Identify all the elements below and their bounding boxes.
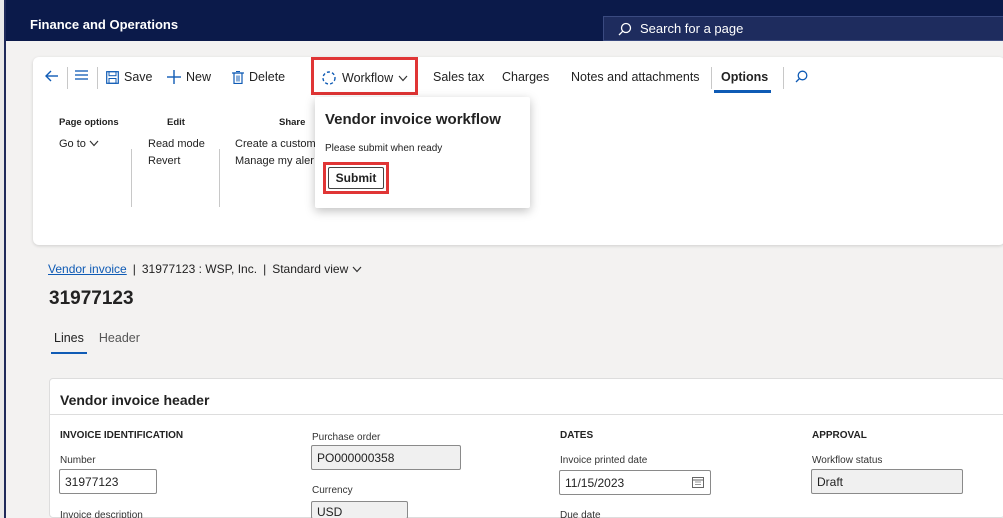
new-button[interactable]: New: [167, 70, 211, 84]
workflow-flyout: Vendor invoice workflow Please submit wh…: [315, 97, 530, 208]
flyout-title: Vendor invoice workflow: [325, 111, 501, 128]
save-button[interactable]: Save: [106, 70, 153, 84]
breadcrumb-vendor-invoice-link[interactable]: Vendor invoice: [48, 262, 127, 276]
tab-header[interactable]: Header: [99, 331, 140, 345]
chevron-down-icon: [352, 266, 362, 273]
charges-button[interactable]: Charges: [502, 70, 549, 84]
ribbon-group-page-options: Page options Go to: [59, 117, 119, 155]
toolbar-search-button[interactable]: [795, 70, 808, 83]
submit-button[interactable]: Submit: [328, 167, 384, 189]
save-icon: [106, 70, 119, 84]
ribbon-divider: [131, 149, 132, 207]
chevron-down-icon: [89, 140, 99, 147]
app-title[interactable]: Finance and Operations: [30, 17, 178, 32]
workflow-highlight-box: [311, 57, 418, 95]
number-label: Number: [60, 455, 96, 466]
tab-lines[interactable]: Lines: [51, 331, 87, 354]
search-icon: [795, 70, 808, 83]
breadcrumb-separator: |: [263, 262, 267, 276]
currency-label: Currency: [312, 485, 353, 496]
new-label: New: [186, 70, 212, 84]
approval-title: APPROVAL: [812, 430, 867, 441]
delete-label: Delete: [249, 70, 286, 84]
go-to-label: Go to: [59, 138, 86, 150]
search-icon: [618, 22, 632, 36]
workflow-status-field[interactable]: Draft: [811, 469, 963, 494]
tab-options[interactable]: Options: [721, 70, 768, 84]
number-field[interactable]: 31977123: [59, 469, 157, 494]
invoice-printed-date-label: Invoice printed date: [560, 455, 648, 466]
sales-tax-button[interactable]: Sales tax: [433, 70, 484, 84]
top-bar: Finance and Operations Search for a page: [6, 0, 1003, 41]
view-selector[interactable]: Standard view: [272, 262, 362, 276]
page-title: 31977123: [49, 288, 134, 309]
breadcrumb-separator: |: [132, 262, 136, 276]
toolbar-divider: [711, 67, 712, 89]
delete-button[interactable]: Delete: [232, 70, 285, 84]
trash-icon: [232, 70, 244, 84]
hamburger-icon: [75, 70, 88, 80]
options-active-indicator: [714, 90, 771, 93]
plus-icon: [167, 70, 181, 84]
toolbar-divider: [783, 67, 784, 89]
read-mode-button[interactable]: Read mode: [148, 138, 205, 150]
toolbar: Save New Delete Workflow Sales tax Charg…: [33, 57, 1003, 99]
panel-header[interactable]: Vendor invoice header: [50, 379, 1003, 415]
go-to-button[interactable]: Go to: [59, 138, 119, 150]
invoice-printed-date-field[interactable]: 11/15/2023: [559, 470, 711, 495]
ribbon-group-title: Edit: [167, 117, 185, 128]
purchase-order-field[interactable]: PO000000358: [311, 445, 461, 470]
due-date-label: Due date: [560, 510, 601, 518]
search-placeholder: Search for a page: [640, 21, 744, 36]
view-label: Standard view: [272, 262, 349, 276]
revert-button[interactable]: Revert: [148, 155, 205, 167]
back-button[interactable]: [45, 70, 59, 82]
invoice-identification-title: INVOICE IDENTIFICATION: [60, 430, 184, 441]
purchase-order-label: Purchase order: [312, 432, 381, 443]
panel-title: Vendor invoice header: [60, 392, 210, 408]
workflow-status-label: Workflow status: [812, 455, 883, 466]
record-tabs: Lines Header: [51, 331, 140, 354]
calendar-icon[interactable]: [692, 476, 704, 488]
menu-button[interactable]: [75, 70, 88, 80]
save-label: Save: [124, 70, 153, 84]
ribbon-divider: [219, 149, 220, 207]
app-frame: Finance and Operations Search for a page: [4, 0, 1003, 518]
flyout-message: Please submit when ready: [325, 143, 443, 154]
back-arrow-icon: [45, 70, 59, 82]
create-custom-alert-button[interactable]: Create a custom: [235, 138, 316, 150]
invoice-description-label: Invoice description: [60, 510, 143, 518]
toolbar-divider: [97, 67, 98, 89]
ribbon-group-title: Page options: [59, 117, 119, 128]
ribbon-group-title: Share: [279, 117, 306, 128]
ribbon-group-share: Share Create a custom Manage my aler: [235, 117, 316, 172]
manage-alerts-button[interactable]: Manage my aler: [235, 155, 316, 167]
ribbon-group-edit: Edit Read mode Revert: [148, 117, 205, 172]
toolbar-divider: [67, 67, 68, 89]
breadcrumb: Vendor invoice | 31977123 : WSP, Inc. | …: [48, 262, 362, 276]
notes-attachments-button[interactable]: Notes and attachments: [571, 70, 700, 84]
vendor-invoice-header-panel: Vendor invoice header INVOICE IDENTIFICA…: [49, 378, 1003, 518]
search-box[interactable]: Search for a page: [603, 16, 1003, 41]
invoice-printed-date-value: 11/15/2023: [565, 476, 625, 490]
breadcrumb-record: 31977123 : WSP, Inc.: [141, 262, 258, 276]
currency-field[interactable]: USD: [311, 501, 408, 518]
dates-title: DATES: [560, 430, 594, 441]
